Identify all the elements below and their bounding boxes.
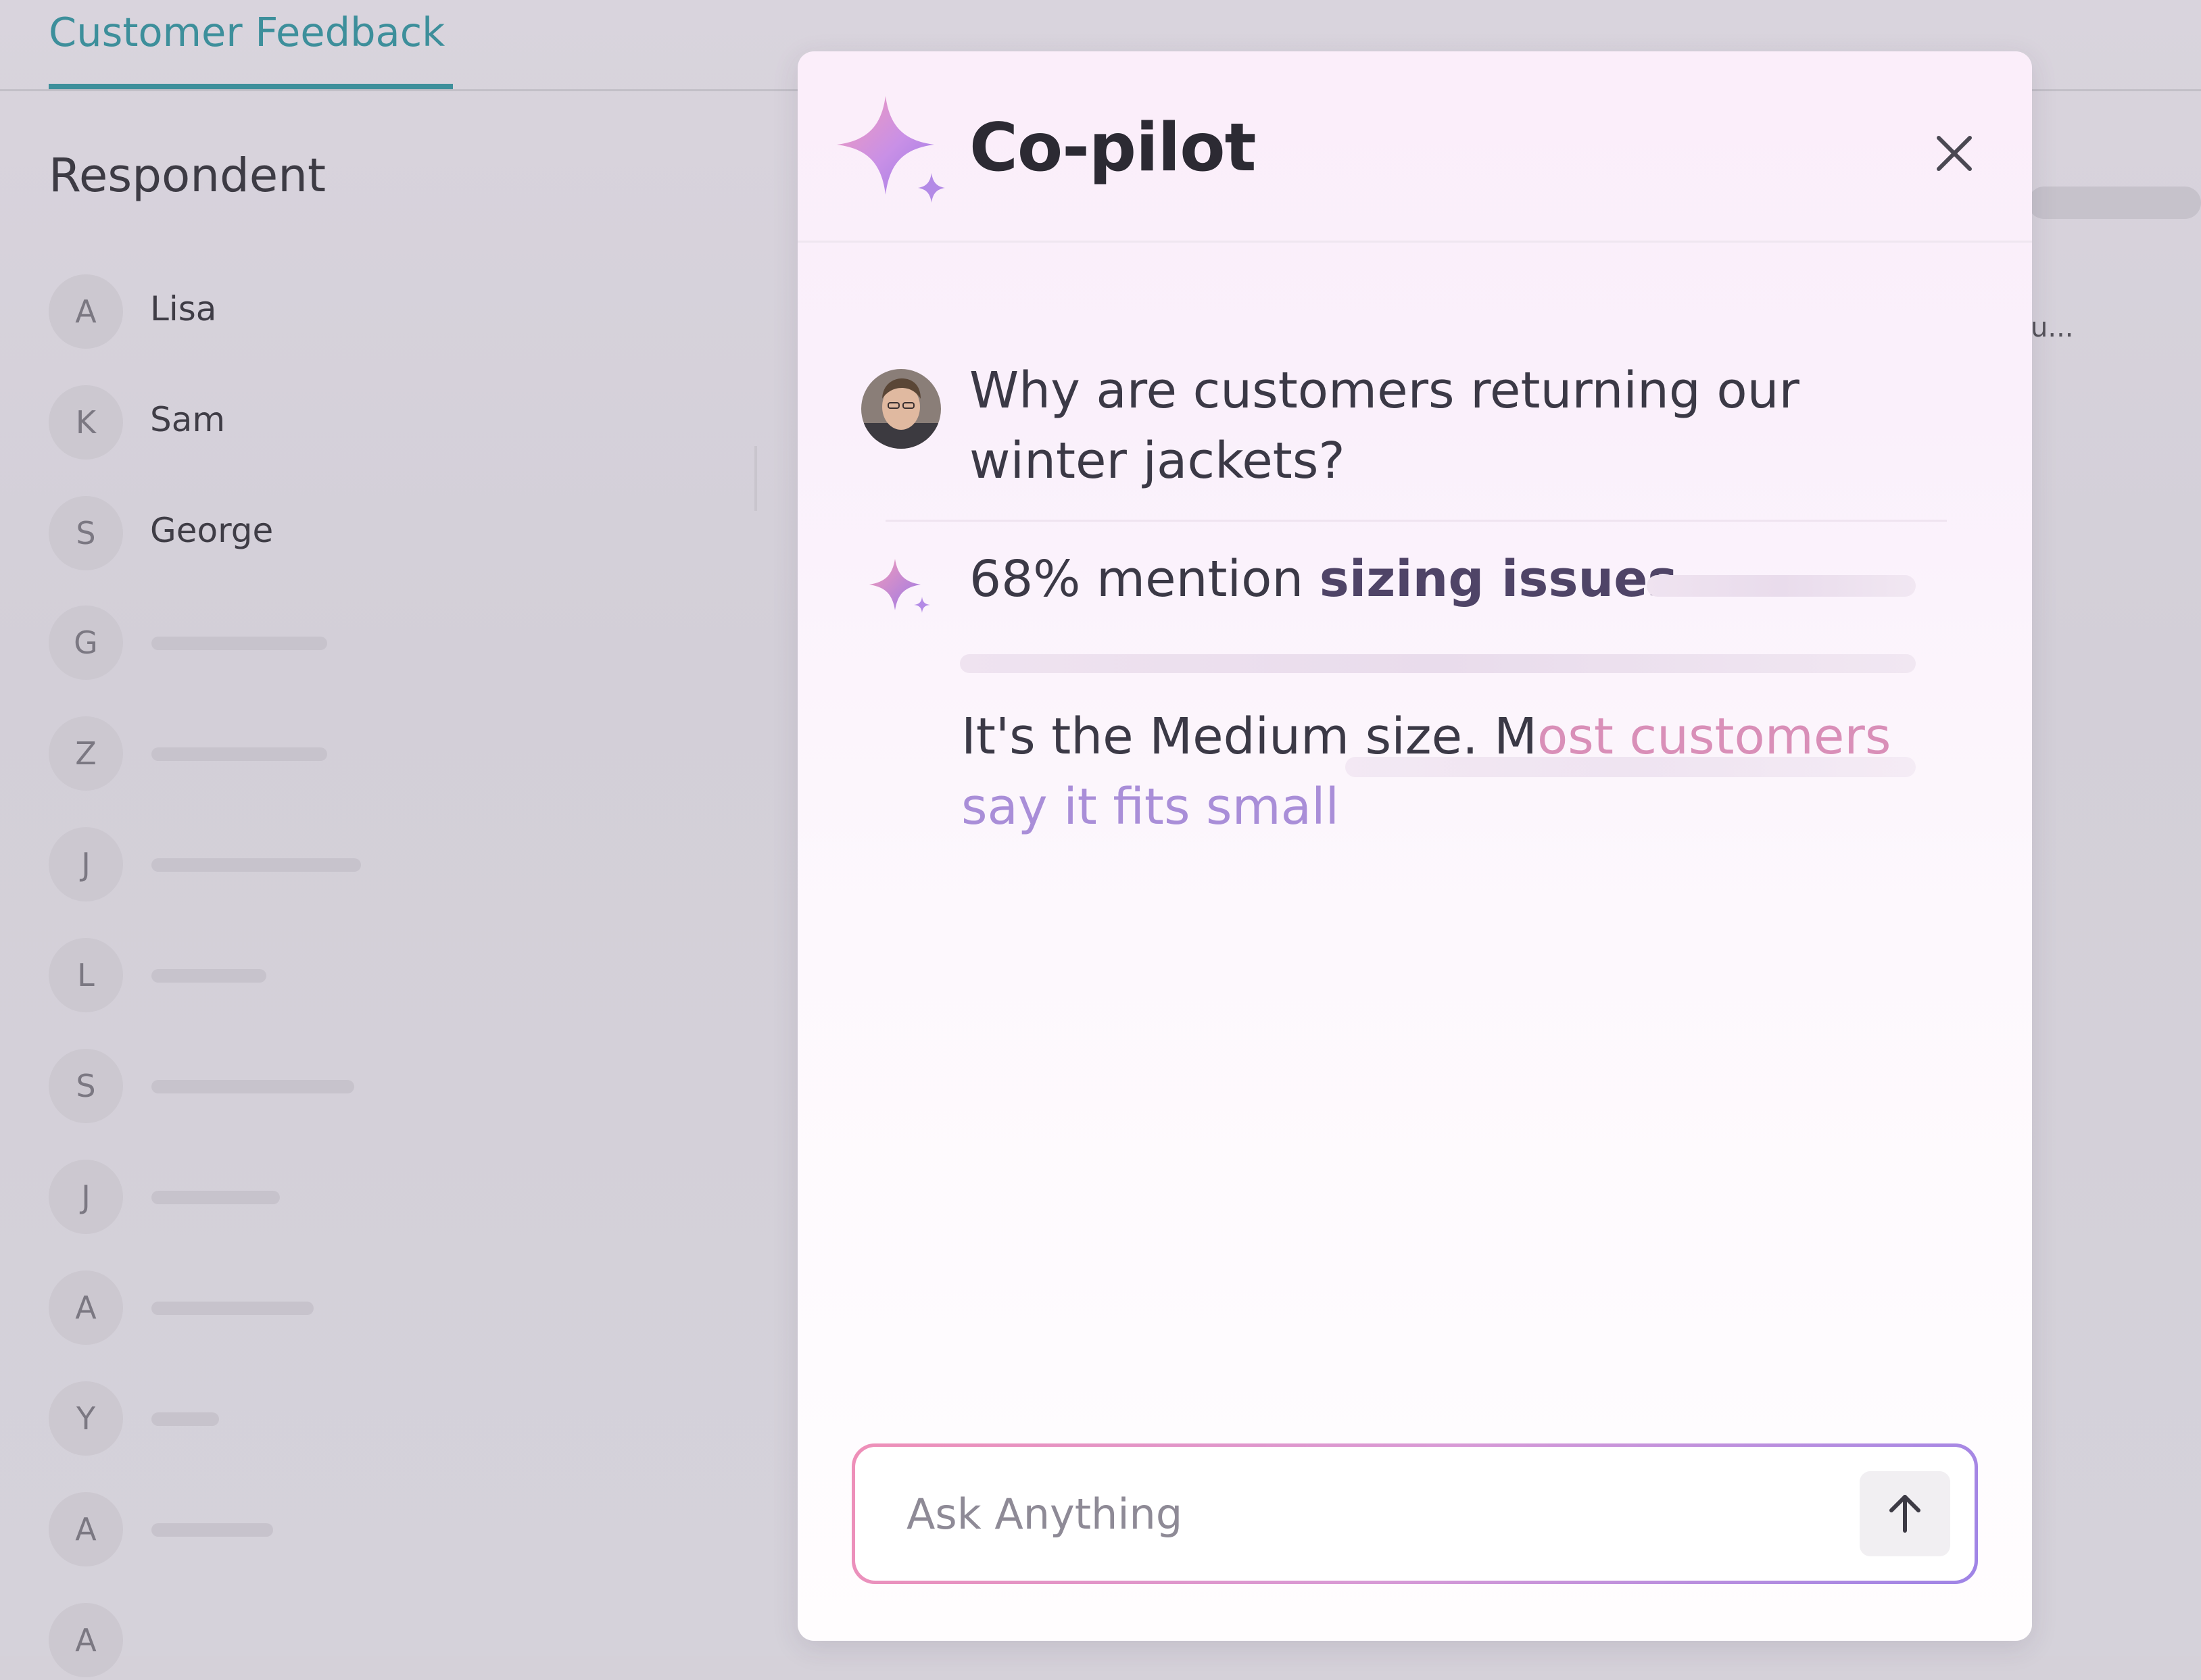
ask-input-container: [852, 1443, 1978, 1584]
ask-input-inner: [855, 1447, 1975, 1581]
list-item[interactable]: A: [49, 1488, 400, 1569]
divider: [754, 446, 757, 511]
name-placeholder-bar: [151, 1523, 273, 1537]
answer-headline: 68% mention sizing issues: [969, 550, 1677, 608]
sparkle-icon: [837, 96, 945, 203]
name-placeholder-bar: [151, 1302, 314, 1315]
avatar: J: [49, 827, 123, 901]
name-placeholder-bar: [151, 858, 361, 872]
list-item[interactable]: L: [49, 934, 400, 1015]
avatar: K: [49, 385, 123, 460]
avatar: [861, 369, 941, 449]
name-placeholder-bar: [151, 1412, 219, 1426]
list-item[interactable]: A: [49, 1266, 400, 1348]
name-placeholder-bar: [151, 747, 327, 761]
loading-skeleton-bar: [1647, 575, 1916, 597]
list-item[interactable]: A: [49, 1599, 400, 1680]
list-item[interactable]: S George: [49, 492, 400, 573]
loading-skeleton-bar: [1345, 757, 1916, 777]
list-item[interactable]: A Lisa: [49, 270, 400, 351]
list-item[interactable]: J: [49, 823, 400, 904]
dialog-title: Co-pilot: [969, 109, 1256, 187]
list-item[interactable]: S: [49, 1045, 400, 1126]
respondent-name: Sam: [150, 400, 226, 439]
list-item[interactable]: Y: [49, 1377, 400, 1458]
arrow-up-icon[interactable]: [1860, 1471, 1950, 1556]
answer-body-streaming-text: say it fits small: [961, 778, 1340, 836]
tab-customer-feedback[interactable]: Customer Feedback: [49, 5, 453, 89]
dialog-header: Co-pilot: [798, 51, 2032, 243]
sparkle-icon: [869, 559, 930, 613]
avatar: A: [49, 1603, 123, 1677]
respondent-name: Lisa: [150, 289, 217, 328]
copilot-dialog: Co-pilot Why are customers returning our…: [798, 51, 2032, 1641]
name-placeholder-bar: [151, 1191, 280, 1204]
ask-input[interactable]: [905, 1479, 1787, 1548]
loading-skeleton-bar: [960, 654, 1916, 673]
avatar: J: [49, 1160, 123, 1234]
background-placeholder-bar: [2028, 187, 2201, 219]
avatar: G: [49, 606, 123, 680]
name-placeholder-bar: [151, 969, 266, 983]
avatar: A: [49, 274, 123, 349]
close-icon[interactable]: [1918, 118, 1990, 189]
avatar: A: [49, 1270, 123, 1345]
list-item[interactable]: Z: [49, 712, 400, 793]
avatar: S: [49, 496, 123, 570]
user-message: Why are customers returning our winter j…: [798, 295, 2032, 497]
list-item[interactable]: J: [49, 1156, 400, 1237]
avatar: S: [49, 1049, 123, 1123]
name-placeholder-bar: [151, 637, 327, 650]
avatar: Y: [49, 1381, 123, 1456]
list-item[interactable]: G: [49, 601, 400, 683]
list-item[interactable]: K Sam: [49, 381, 400, 462]
avatar: L: [49, 938, 123, 1012]
message-divider: [886, 520, 1947, 522]
answer-headline-highlight: sizing issues: [1319, 550, 1678, 608]
user-question-text: Why are customers returning our winter j…: [969, 362, 1799, 490]
avatar: Z: [49, 716, 123, 791]
background-truncated-text: u...: [2031, 312, 2074, 343]
name-placeholder-bar: [151, 1080, 354, 1093]
respondent-column-header: Respondent: [49, 149, 326, 203]
avatar: A: [49, 1492, 123, 1566]
respondent-name: George: [150, 511, 274, 550]
answer-headline-text: 68% mention: [969, 550, 1304, 608]
